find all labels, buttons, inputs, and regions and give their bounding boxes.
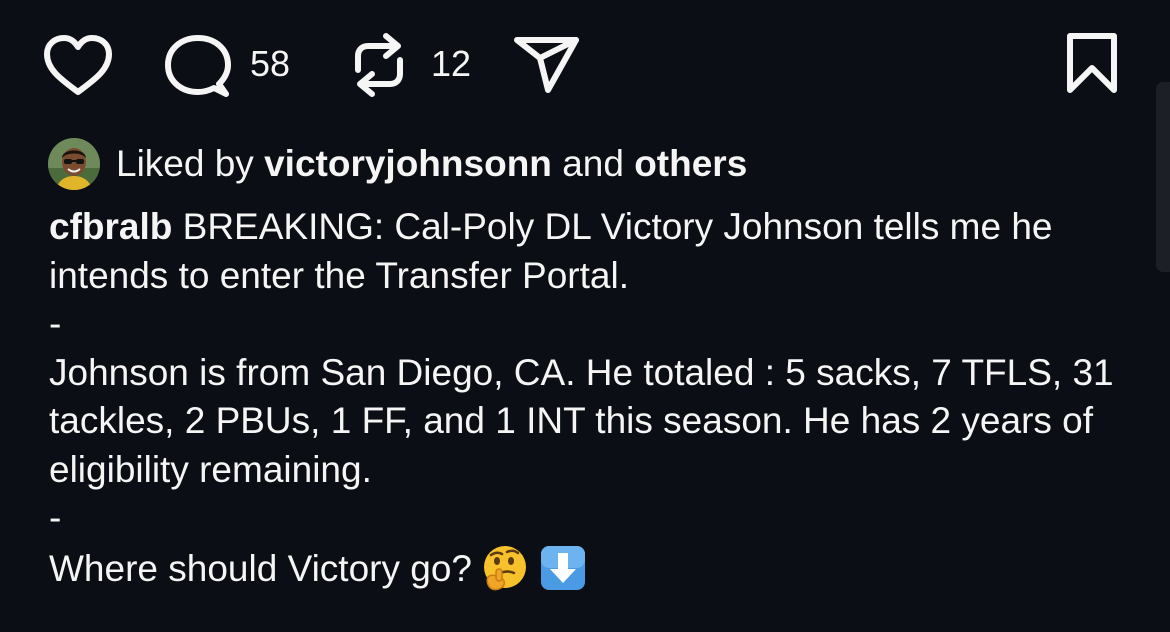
down-arrow-emoji (538, 543, 588, 593)
caption-separator: - (49, 303, 62, 344)
liked-by-text: Liked by victoryjohnsonn and others (116, 142, 747, 186)
caption-first-paragraph: cfbralb BREAKING: Cal-Poly DL Victory Jo… (49, 203, 1139, 300)
caption-line-breaking: BREAKING: Cal-Poly DL Victory Johnson te… (49, 206, 1053, 296)
post-action-bar: 58 12 (0, 0, 1170, 130)
liked-by-username[interactable]: victoryjohnsonn (264, 143, 552, 184)
liked-by-row[interactable]: Liked by victoryjohnsonn and others (48, 136, 747, 192)
caption-separator: - (49, 497, 62, 538)
liked-by-others[interactable]: others (634, 143, 747, 184)
heart-icon[interactable] (42, 34, 114, 98)
post-caption: cfbralb BREAKING: Cal-Poly DL Victory Jo… (49, 203, 1139, 593)
liked-by-prefix: Liked by (116, 143, 254, 184)
caption-author[interactable]: cfbralb (49, 206, 172, 247)
repost-count: 12 (431, 43, 472, 84)
bookmark-icon[interactable] (1062, 32, 1122, 96)
comment-count: 58 (250, 43, 291, 84)
paper-plane-icon[interactable] (512, 34, 582, 96)
caption-stats-paragraph: Johnson is from San Diego, CA. He totale… (49, 351, 1114, 490)
comment-bubble-icon[interactable] (164, 34, 232, 100)
repost-icon[interactable] (346, 30, 412, 100)
scroll-edge (1156, 82, 1170, 272)
liked-by-and: and (562, 143, 624, 184)
caption-question-paragraph: Where should Victory go? (49, 543, 1139, 594)
thinking-face-emoji (480, 543, 530, 593)
caption-question: Where should Victory go? (49, 547, 472, 589)
avatar[interactable] (48, 138, 100, 190)
